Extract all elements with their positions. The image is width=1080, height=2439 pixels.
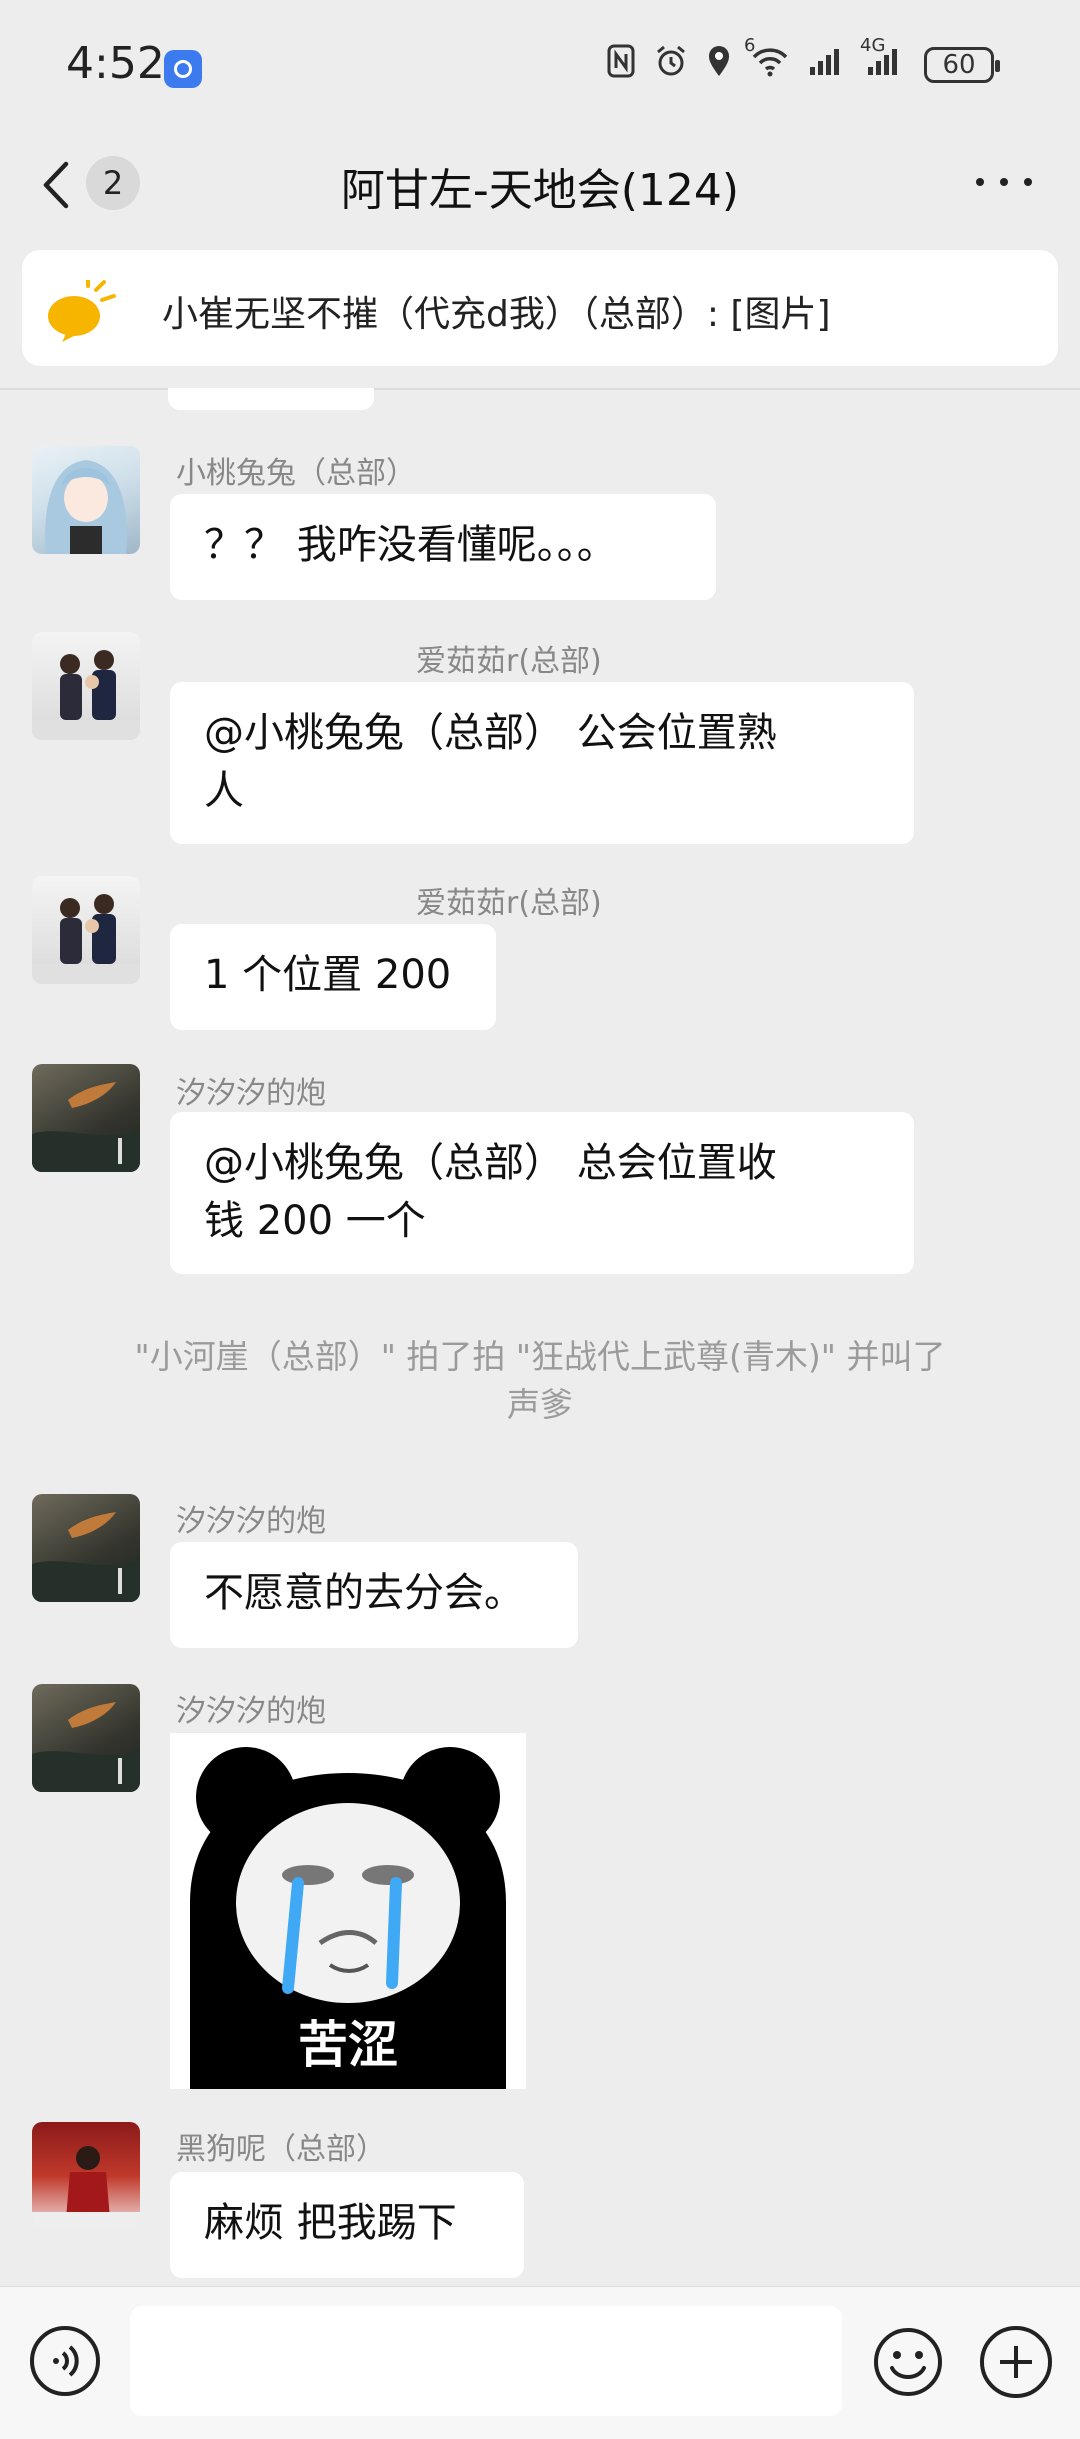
- message-line: 钱 200 一个: [204, 1198, 426, 1244]
- status-icons: 6 4G 60: [606, 35, 1000, 86]
- avatar[interactable]: [32, 446, 140, 554]
- signal-4g-icon: 4G: [860, 35, 906, 85]
- divider: [0, 388, 1080, 390]
- app-notification-icon: [164, 50, 202, 88]
- location-icon: [706, 44, 732, 86]
- wifi-icon: 6: [744, 35, 790, 85]
- network-type-label: 4G: [860, 35, 886, 56]
- status-time: 4:52: [66, 38, 165, 89]
- avatar[interactable]: [32, 1064, 140, 1172]
- message-bubble[interactable]: @小桃兔兔（总部） 总会位置收 钱 200 一个: [170, 1112, 914, 1274]
- sender-name: 小桃兔兔（总部）: [176, 456, 416, 491]
- battery-icon: 60: [924, 47, 1000, 83]
- pinned-message-text: 小崔无坚不摧（代充d我）（总部）: [图片]: [162, 294, 831, 335]
- message-bubble[interactable]: 1 个位置 200: [170, 924, 496, 1030]
- system-notice-line: "小河崖（总部）" 拍了拍 "狂战代上武尊(青木)" 并叫了: [134, 1337, 946, 1376]
- more-options-button[interactable]: [976, 170, 1032, 194]
- message-bubble[interactable]: 麻烦 把我踢下: [170, 2172, 524, 2278]
- message-bubble[interactable]: ？？ 我咋没看懂呢。。。: [170, 494, 716, 600]
- voice-input-button[interactable]: [30, 2326, 100, 2396]
- voice-icon: [53, 2345, 79, 2377]
- system-notice-line: 声爹: [507, 1385, 573, 1424]
- chat-title: 阿甘左-天地会(124): [340, 165, 740, 216]
- emoji-button[interactable]: [872, 2326, 944, 2398]
- battery-level: 60: [942, 50, 976, 80]
- sticker-caption: 苦涩: [298, 2016, 398, 2074]
- megaphone-icon: [44, 276, 118, 342]
- more-horizontal-icon: [976, 178, 984, 186]
- avatar[interactable]: [32, 1684, 140, 1792]
- sender-name: 黑狗呢（总部）: [176, 2132, 386, 2167]
- more-dot: [1024, 178, 1032, 186]
- alarm-icon: [654, 44, 688, 86]
- message-bubble[interactable]: 不愿意的去分会。: [170, 1542, 578, 1648]
- avatar[interactable]: [32, 632, 140, 740]
- sender-name: 爱茹茹r(总部): [416, 886, 602, 921]
- sticker-image[interactable]: 苦涩: [170, 1733, 526, 2089]
- avatar[interactable]: [32, 876, 140, 984]
- emoji-icon: [874, 2328, 942, 2396]
- nfc-icon: [606, 44, 636, 86]
- sender-name: 汐汐汐的炮: [176, 1076, 326, 1111]
- sender-name: 汐汐汐的炮: [176, 1694, 326, 1729]
- system-notice: "小河崖（总部）" 拍了拍 "狂战代上武尊(青木)" 并叫了 声爹: [60, 1333, 1020, 1429]
- more-dot: [1000, 178, 1008, 186]
- signal-icon: [808, 45, 848, 85]
- sender-name: 汐汐汐的炮: [176, 1504, 326, 1539]
- avatar[interactable]: [32, 1494, 140, 1602]
- message-bubble[interactable]: @小桃兔兔（总部） 公会位置熟 人: [170, 682, 914, 844]
- avatar[interactable]: [32, 2122, 140, 2230]
- message-bubble-partial: [168, 388, 374, 410]
- message-line: @小桃兔兔（总部） 公会位置熟: [204, 710, 777, 756]
- more-actions-button[interactable]: [980, 2326, 1052, 2398]
- message-line: 人: [204, 768, 244, 814]
- wifi-label: 6: [744, 35, 756, 56]
- message-input[interactable]: [130, 2306, 842, 2416]
- message-line: @小桃兔兔（总部） 总会位置收: [204, 1140, 777, 1186]
- sender-name: 爱茹茹r(总部): [416, 644, 602, 679]
